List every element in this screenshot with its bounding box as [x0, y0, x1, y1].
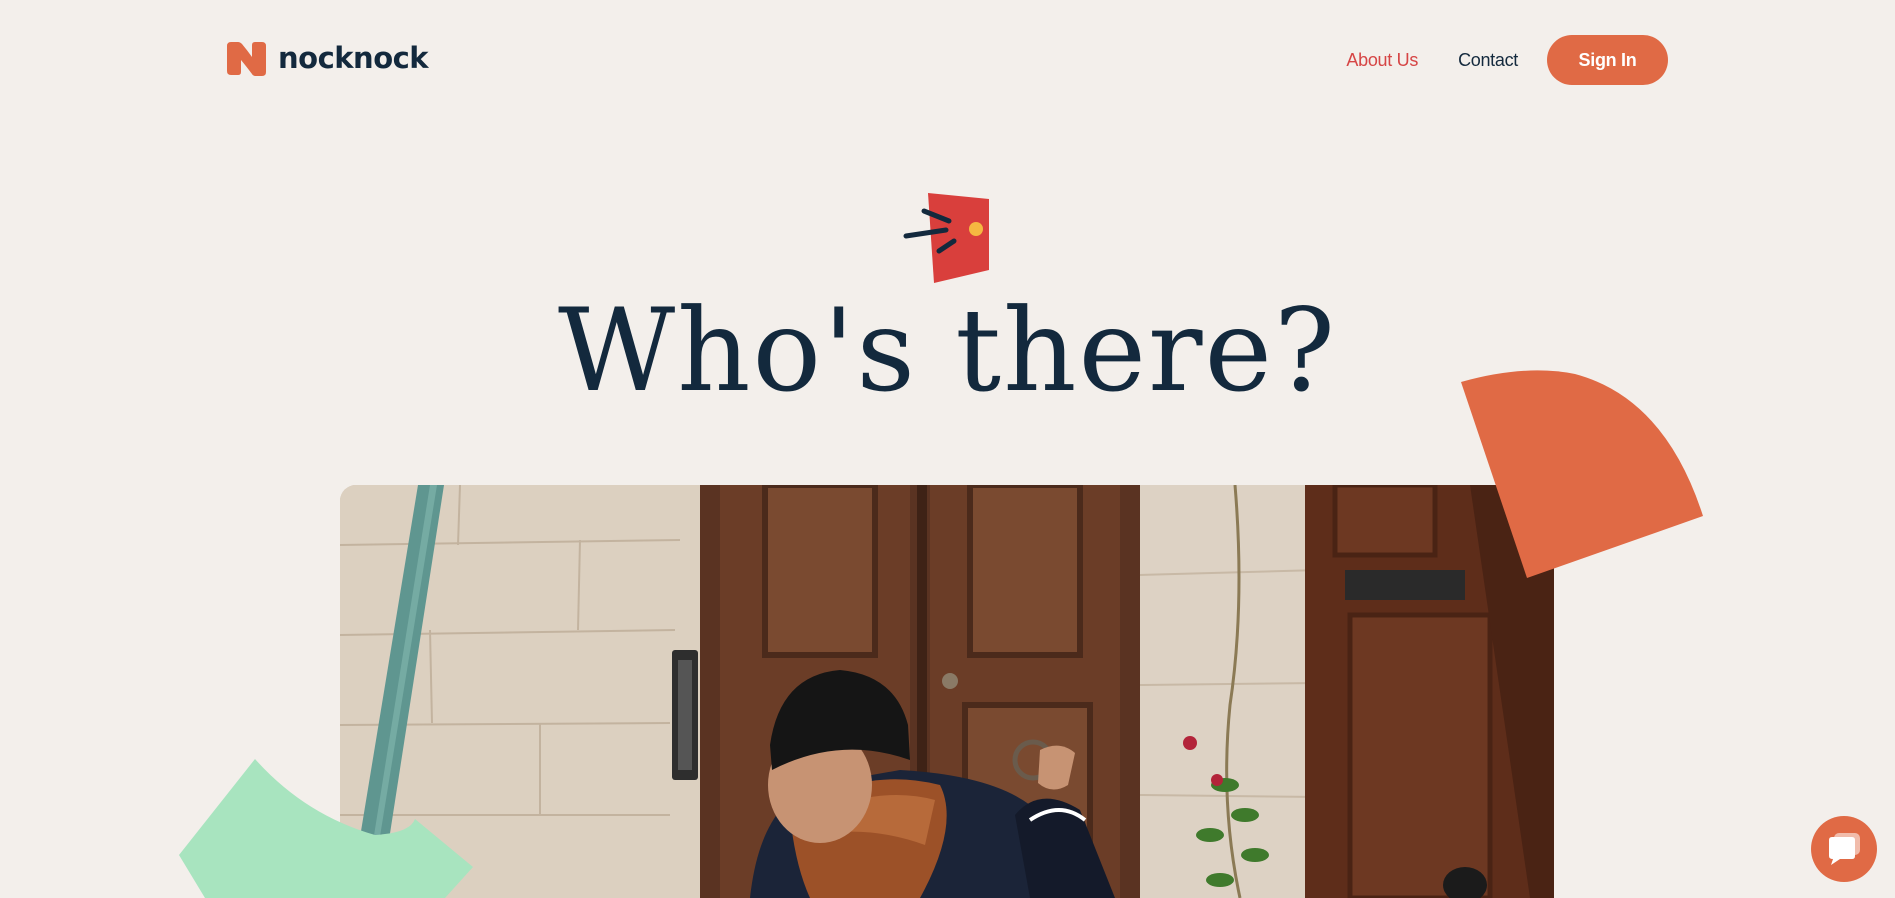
door-knock-icon — [903, 193, 989, 283]
chat-bubble-icon — [1829, 833, 1860, 865]
main-nav: About Us Contact Sign In — [1346, 35, 1668, 85]
sign-in-button[interactable]: Sign In — [1547, 35, 1668, 85]
hero-photo — [340, 485, 1554, 898]
logo-text: nocknock — [278, 41, 429, 75]
page: nocknock About Us Contact Sign In Who's … — [0, 0, 1895, 898]
chat-button[interactable] — [1811, 816, 1877, 882]
green-shape-decoration — [179, 759, 473, 898]
orange-arc-decoration — [1461, 370, 1703, 578]
nav-about-us[interactable]: About Us — [1346, 50, 1418, 71]
nav-contact[interactable]: Contact — [1458, 50, 1518, 71]
door-photo-image — [340, 485, 1554, 898]
logo-icon — [227, 42, 266, 76]
logo-link[interactable]: nocknock — [227, 40, 429, 77]
